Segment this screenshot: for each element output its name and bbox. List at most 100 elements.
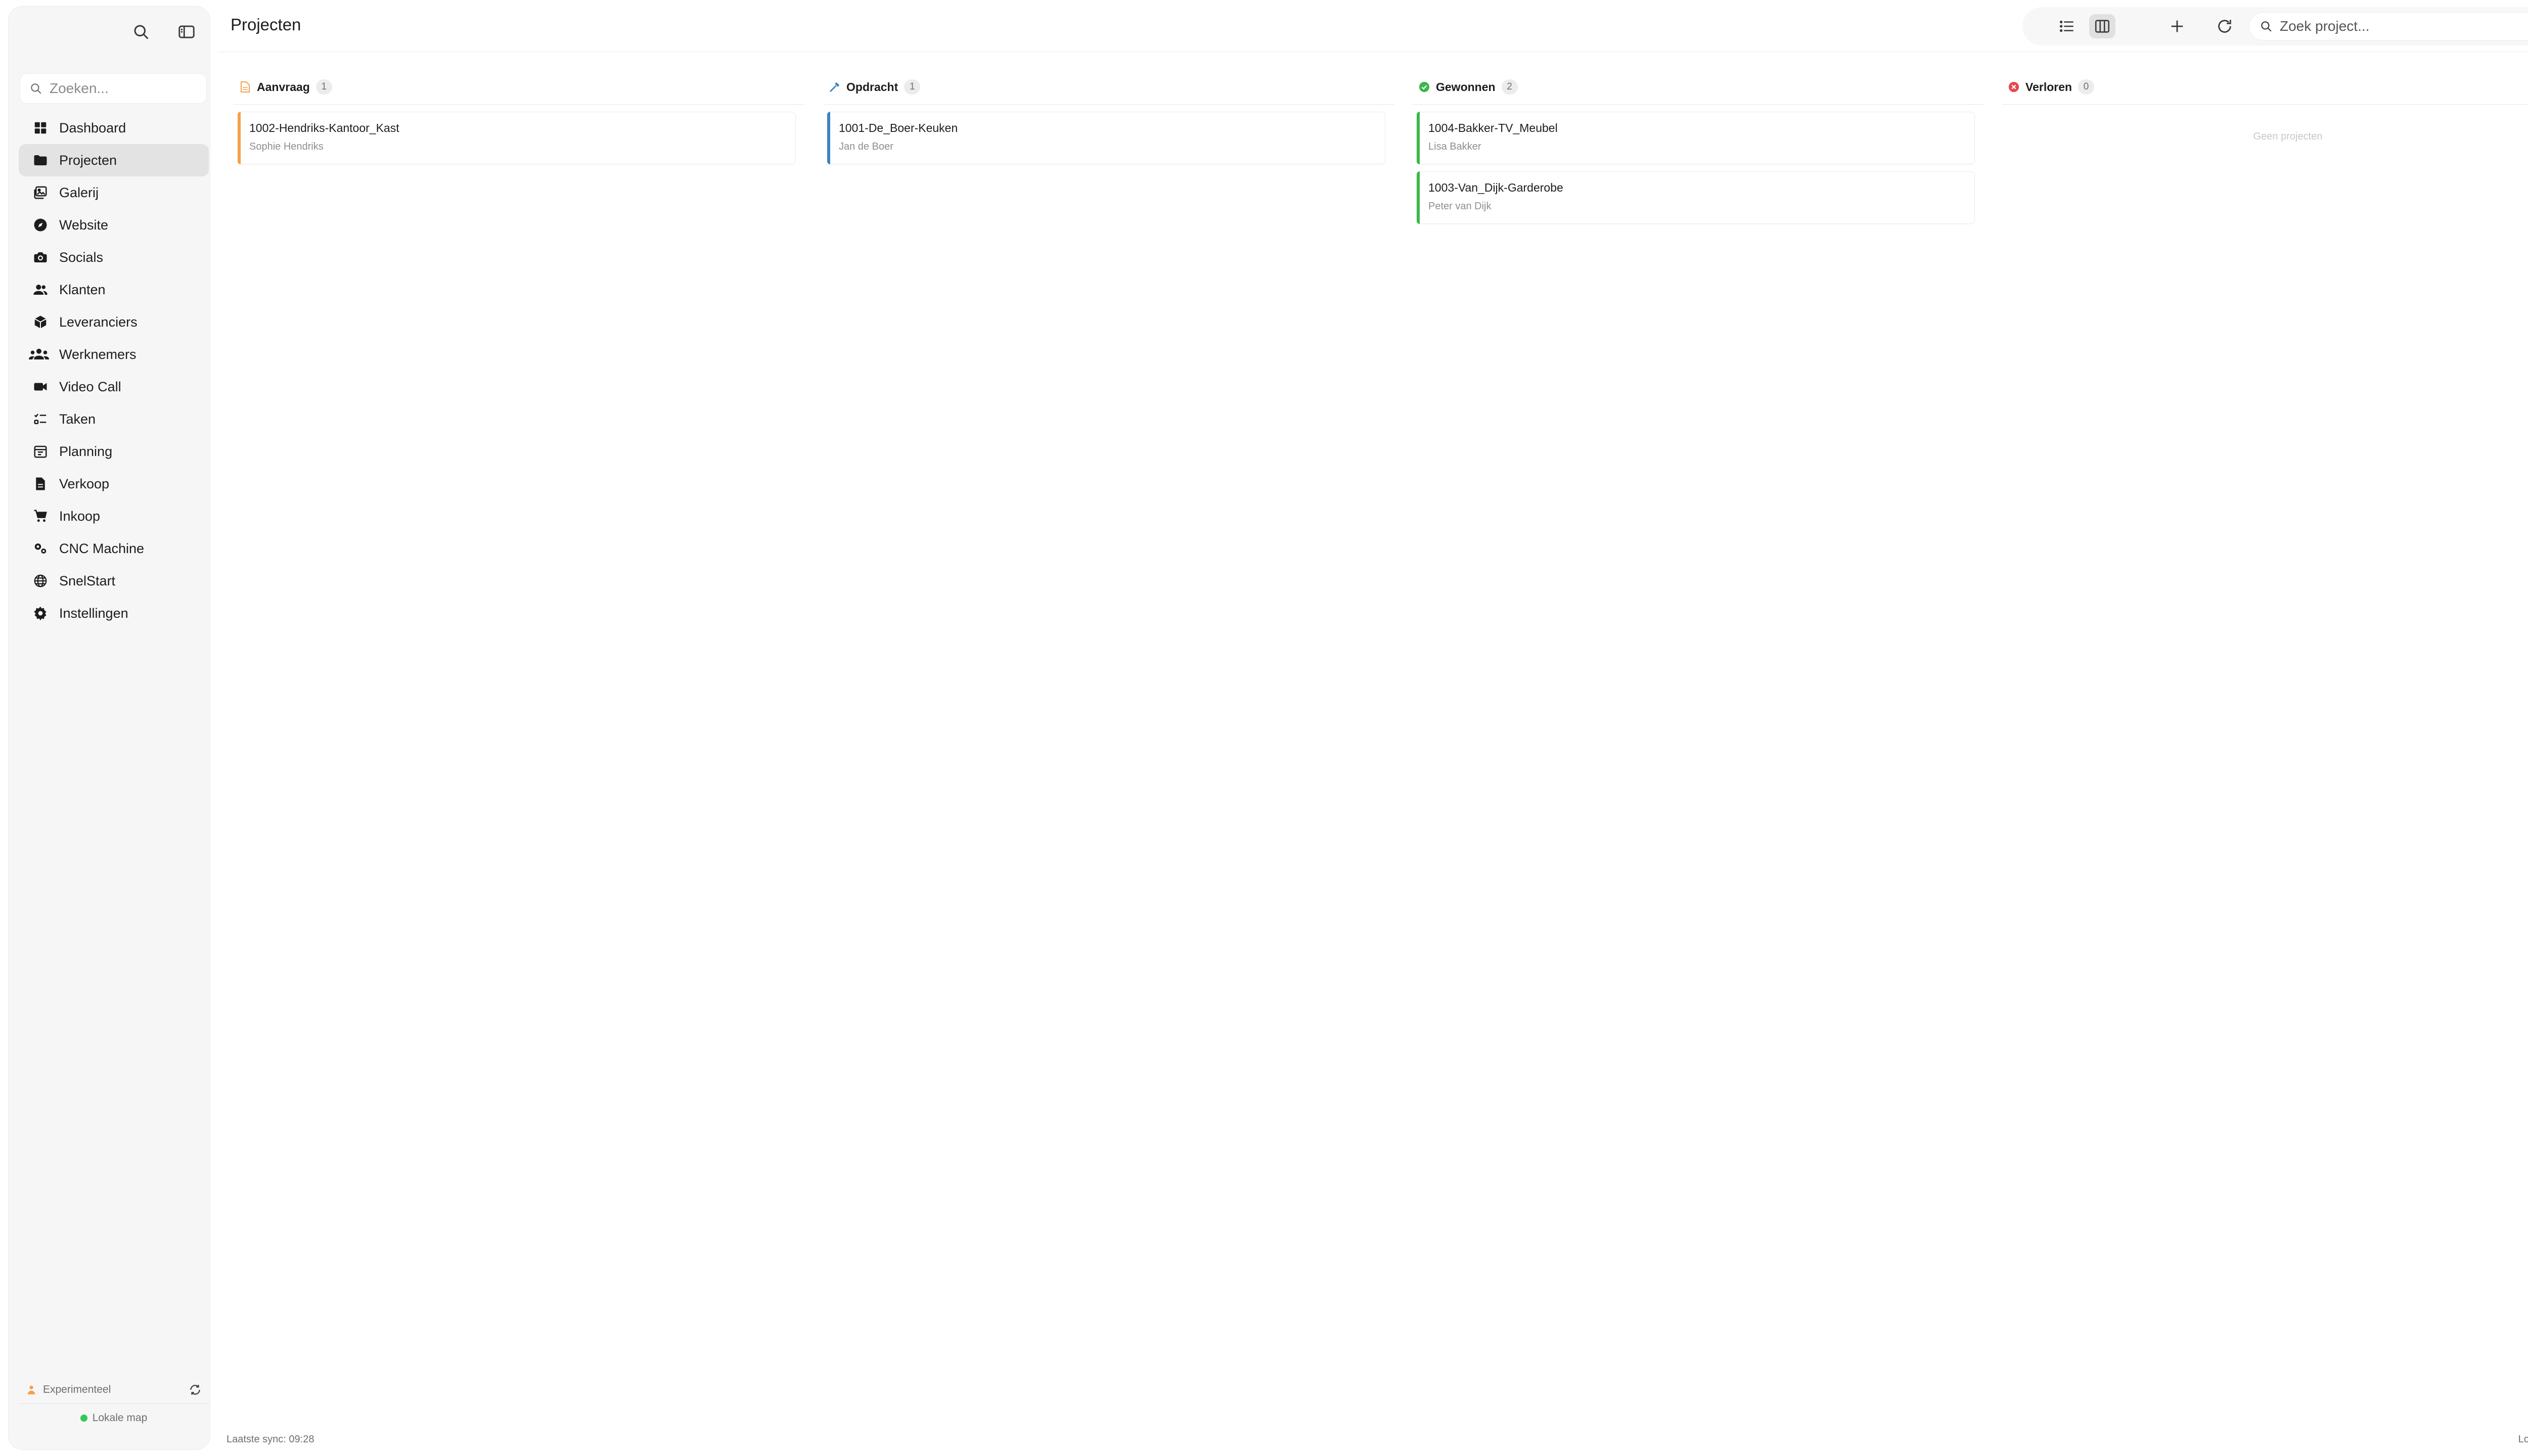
hammer-icon (829, 81, 840, 93)
sidebar-item-label: Projecten (59, 152, 117, 168)
project-card[interactable]: 1004-Bakker-TV_Meubel Lisa Bakker (1417, 112, 1975, 164)
globe-icon (33, 573, 48, 588)
users-icon (33, 282, 48, 297)
count-badge: 1 (904, 79, 921, 95)
search-icon (31, 83, 41, 94)
sidebar-item-label: Dashboard (59, 120, 126, 135)
column-header: Aanvraag 1 (234, 75, 805, 99)
sidebar-item-label: CNC Machine (59, 540, 145, 556)
plus-icon (2171, 20, 2183, 32)
board-view-button[interactable] (2089, 14, 2115, 38)
column-gewonnen: Gewonnen 2 1004-Bakker-TV_Meubel Lisa Ba… (1413, 75, 1984, 231)
sidebar-item-snelstart[interactable]: SnelStart (19, 565, 209, 597)
add-project-button[interactable] (2164, 14, 2190, 38)
column-header: Gewonnen 2 (1413, 75, 1984, 99)
sidebar-item-video-call[interactable]: Video Call (19, 371, 209, 403)
sidebar-item-label: Klanten (59, 282, 106, 297)
column-title: Opdracht (846, 80, 898, 94)
check-circle-icon (1419, 81, 1430, 93)
sync-icon[interactable] (189, 1383, 202, 1396)
team-icon (27, 347, 51, 362)
count-badge: 2 (1501, 79, 1518, 95)
status-bar (238, 112, 241, 164)
column-verloren: Verloren 0 Geen projecten (2002, 75, 2528, 143)
sidebar-item-label: Socials (59, 249, 104, 265)
column-aanvraag: Aanvraag 1 1002-Hendriks-Kantoor_Kast So… (234, 75, 805, 171)
status-dot (80, 1415, 87, 1422)
project-card[interactable]: 1003-Van_Dijk-Garderobe Peter van Dijk (1417, 171, 1975, 224)
gallery-icon (33, 185, 48, 200)
count-badge: 1 (315, 79, 332, 95)
checklist-icon (33, 412, 48, 427)
sidebar-item-label: SnelStart (59, 573, 116, 588)
cart-icon (33, 509, 48, 524)
last-sync-label: Laatste sync: 09:28 (227, 1434, 314, 1445)
sidebar-item-instellingen[interactable]: Instellingen (19, 597, 209, 629)
project-title: 1001-De_Boer-Keuken (839, 121, 958, 134)
count-badge: 0 (2078, 79, 2095, 95)
column-divider (823, 104, 1394, 105)
sidebar-footer: Experimenteel Lokale map (19, 1376, 209, 1436)
page-title: Projecten (231, 15, 301, 34)
sidebar-item-label: Website (59, 217, 109, 233)
folder-icon (33, 153, 48, 168)
sidebar-item-projecten[interactable]: Projecten (19, 144, 209, 176)
document-icon (240, 81, 251, 93)
column-header: Verloren 0 (2002, 75, 2528, 99)
project-client: Sophie Hendriks (249, 141, 324, 152)
search-icon[interactable] (130, 21, 152, 43)
column-header: Opdracht 1 (823, 75, 1394, 99)
sidebar-search[interactable] (20, 73, 207, 104)
project-title: 1003-Van_Dijk-Garderobe (1428, 181, 1563, 194)
project-card[interactable]: 1002-Hendriks-Kantoor_Kast Sophie Hendri… (238, 112, 796, 164)
camera-icon (33, 250, 48, 265)
search-icon (2261, 21, 2272, 32)
sidebar-search-input[interactable] (50, 80, 201, 97)
experimental-row[interactable]: Experimenteel (19, 1376, 209, 1404)
sidebar-item-planning[interactable]: Planning (19, 435, 209, 468)
sidebar-item-werknemers[interactable]: Werknemers (19, 338, 209, 371)
sidebar-item-taken[interactable]: Taken (19, 403, 209, 435)
column-divider (1413, 104, 1984, 105)
sidebar-item-socials[interactable]: Socials (19, 241, 209, 274)
sidebar-item-label: Verkoop (59, 476, 110, 491)
x-circle-icon (2008, 81, 2019, 93)
sidebar-item-label: Taken (59, 411, 96, 427)
document-icon (33, 476, 48, 491)
status-bar (1417, 171, 1420, 224)
box-icon (33, 314, 48, 330)
sidebar-item-cnc-machine[interactable]: CNC Machine (19, 532, 209, 565)
sidebar: Dashboard Projecten Galerij Website Soci… (8, 6, 210, 1450)
columns-icon (2095, 20, 2110, 33)
video-icon (33, 379, 48, 394)
status-bar (827, 112, 830, 164)
sidebar-item-label: Galerij (59, 185, 99, 200)
settings-icon (33, 606, 48, 621)
sidebar-toggle-icon[interactable] (175, 21, 198, 43)
project-client: Peter van Dijk (1428, 201, 1492, 212)
sidebar-item-dashboard[interactable]: Dashboard (19, 112, 209, 144)
dashboard-icon (33, 120, 48, 135)
sidebar-item-label: Inkoop (59, 508, 101, 524)
local-folder-status: Lokale map (19, 1404, 209, 1432)
sidebar-item-galerij[interactable]: Galerij (19, 176, 209, 209)
sidebar-item-inkoop[interactable]: Inkoop (19, 500, 209, 532)
sidebar-item-label: Leveranciers (59, 314, 138, 330)
project-search[interactable] (2249, 12, 2528, 40)
project-title: 1002-Hendriks-Kantoor_Kast (249, 121, 399, 134)
sidebar-nav: Dashboard Projecten Galerij Website Soci… (19, 112, 209, 629)
list-view-button[interactable] (2054, 14, 2080, 38)
toolbar (2022, 7, 2528, 46)
sidebar-item-klanten[interactable]: Klanten (19, 274, 209, 306)
experimental-label: Experimenteel (43, 1383, 111, 1395)
column-opdracht: Opdracht 1 1001-De_Boer-Keuken Jan de Bo… (823, 75, 1394, 171)
compass-icon (33, 217, 48, 233)
local-folder-label: Lokale map (2518, 1434, 2528, 1445)
project-search-input[interactable] (2280, 18, 2528, 34)
sidebar-item-leveranciers[interactable]: Leveranciers (19, 306, 209, 338)
sidebar-item-verkoop[interactable]: Verkoop (19, 468, 209, 500)
project-client: Jan de Boer (839, 141, 893, 152)
project-card[interactable]: 1001-De_Boer-Keuken Jan de Boer (827, 112, 1385, 164)
refresh-button[interactable] (2211, 14, 2238, 38)
sidebar-item-website[interactable]: Website (19, 209, 209, 241)
